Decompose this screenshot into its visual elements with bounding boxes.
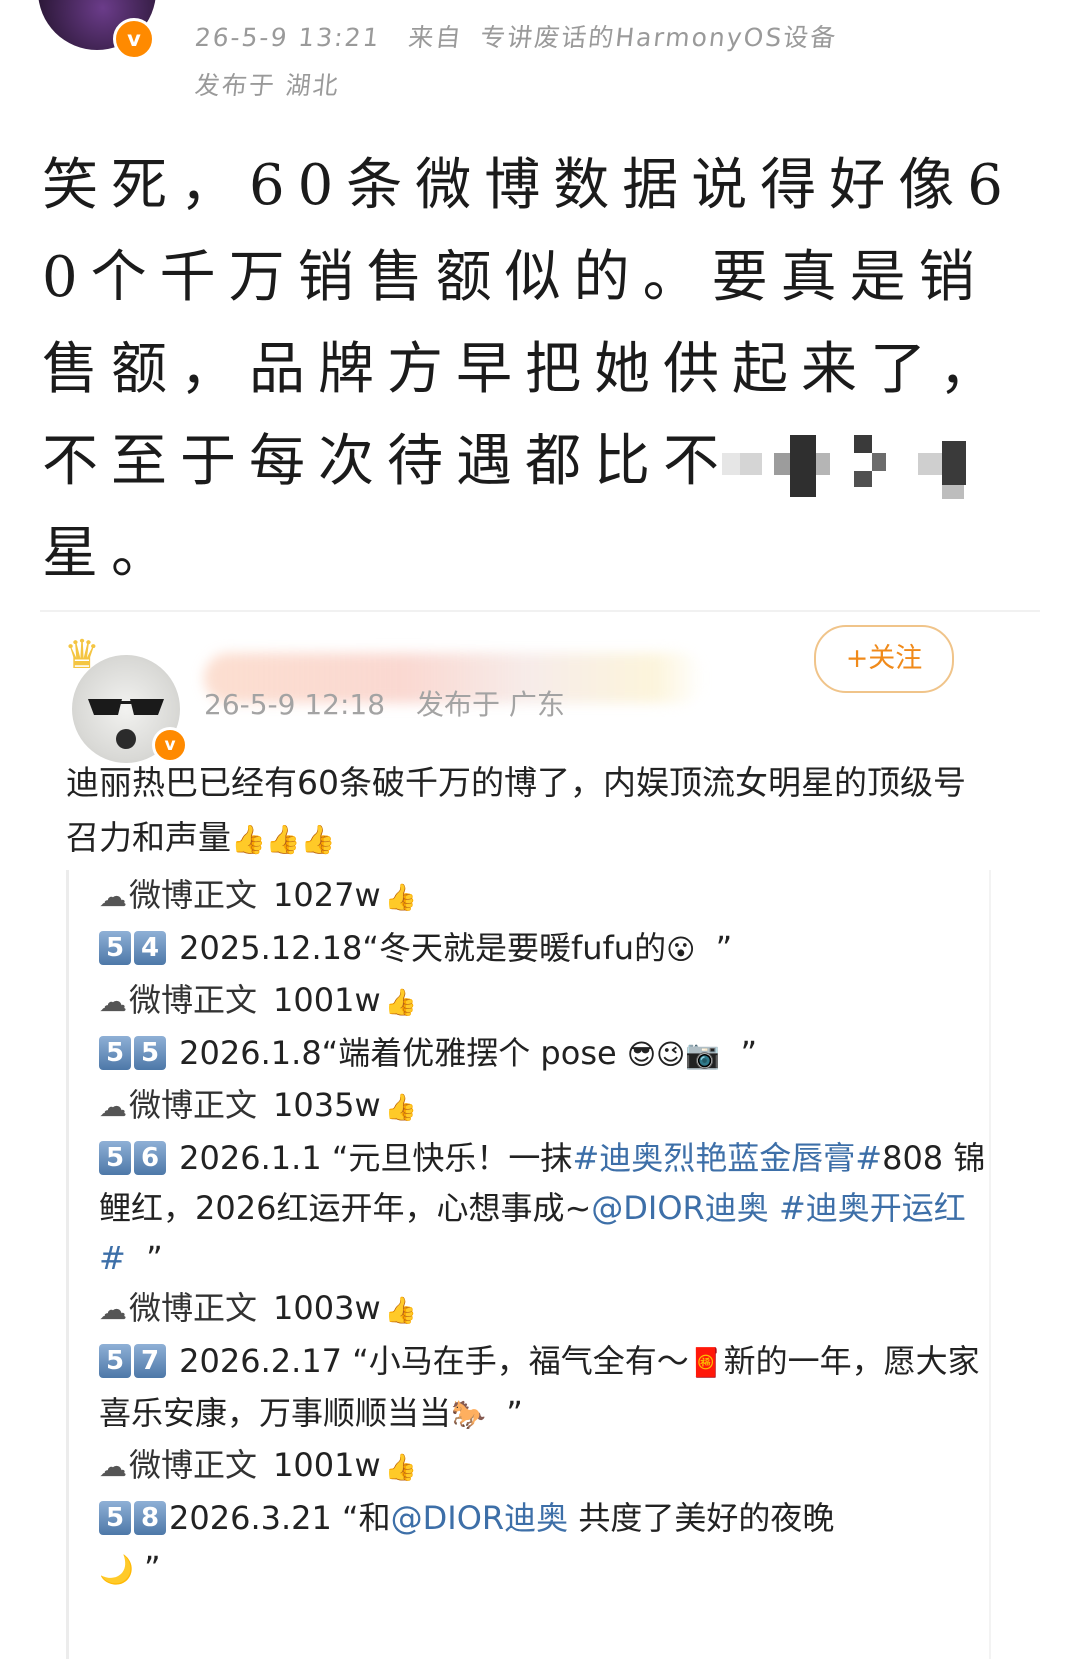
weibo-cloud-icon: ☁ bbox=[99, 880, 127, 913]
divider bbox=[40, 610, 1040, 612]
thumbs-up-icon: 👍👍👍 bbox=[231, 823, 336, 856]
post-location: 发布于 湖北 bbox=[193, 71, 342, 100]
item-label: 微博正文 bbox=[129, 876, 258, 914]
item-date: 2026.3.21 bbox=[169, 1499, 332, 1537]
thumbs-up-icon: 👍 bbox=[384, 1296, 417, 1326]
moon-icon: 🌙 bbox=[99, 1553, 134, 1586]
item-label: 微博正文 bbox=[129, 1289, 258, 1327]
thumbs-up-icon: 👍 bbox=[384, 1093, 417, 1123]
red-envelope-icon: 🧧 bbox=[688, 1346, 724, 1379]
quote-close: ” bbox=[146, 1239, 163, 1277]
quoted-screenshot: ♛ v +关注 26-5-9 12:18 发布于 广东 迪丽热巴已经有60条破千… bbox=[44, 625, 1040, 1659]
list-item: ☁微博正文 1027w 👍 bbox=[99, 870, 989, 923]
keycap-digit: 5 bbox=[99, 1036, 131, 1070]
post-body: 笑死，60条微博数据说得好像60个千万销售额似的。要真是销售额，品牌方早把她供起… bbox=[42, 140, 1042, 600]
emoji-icon: 😮 bbox=[666, 933, 696, 966]
quote-close: ” bbox=[715, 929, 733, 967]
emoji-icon: 😎😉📷 bbox=[626, 1038, 721, 1071]
keycap-digit: 5 bbox=[99, 931, 131, 965]
mention-link[interactable]: @DIOR迪奥 bbox=[591, 1189, 769, 1227]
keycap-digit: 5 bbox=[134, 1036, 166, 1070]
list-item: ☁微博正文 1035w 👍 bbox=[99, 1080, 989, 1133]
item-count: 1001w bbox=[273, 981, 381, 1019]
quoted-list: ☁微博正文 1027w 👍 54 2025.12.18“冬天就是要暖fufu的😮 ”… bbox=[66, 870, 991, 1659]
quoted-body-text: 迪丽热巴已经有60条破千万的博了，内娱顶流女明星的顶级号召力和声量 bbox=[66, 763, 966, 857]
from-label: 来自 bbox=[406, 23, 465, 52]
keycap-digit: 5 bbox=[99, 1344, 131, 1378]
post-device[interactable]: 专讲废话的HarmonyOS设备 bbox=[479, 23, 839, 52]
item-label: 微博正文 bbox=[129, 1446, 258, 1484]
item-count: 1003w bbox=[273, 1289, 381, 1327]
post-timestamp: 26-5-9 13:21 bbox=[193, 23, 383, 52]
follow-button[interactable]: +关注 bbox=[814, 625, 954, 693]
list-item: 55 2026.1.8“端着优雅摆个 pose 😎😉📷 ” bbox=[99, 1028, 989, 1080]
screen: v 26-5-9 13:21 来自 专讲废话的HarmonyOS设备 发布于 湖… bbox=[0, 0, 1080, 1659]
mosaic-censor bbox=[722, 431, 972, 501]
weibo-cloud-icon: ☁ bbox=[99, 1450, 127, 1483]
verified-badge-icon: v bbox=[113, 18, 155, 60]
sunglasses-icon bbox=[88, 699, 164, 715]
weibo-cloud-icon: ☁ bbox=[99, 985, 127, 1018]
quoted-meta: 26-5-9 12:18 发布于 广东 bbox=[204, 683, 565, 723]
weibo-cloud-icon: ☁ bbox=[99, 1090, 127, 1123]
keycap-digit: 5 bbox=[99, 1501, 131, 1535]
thumbs-up-icon: 👍 bbox=[384, 1453, 417, 1483]
item-text: “小马在手，福气全有～ bbox=[352, 1342, 689, 1380]
list-item: ☁微博正文 1001w 👍 bbox=[99, 975, 989, 1028]
item-text-2: 共度了美好的夜晚 bbox=[568, 1499, 835, 1537]
list-item: 5 8 2026.3.21 “和@DIOR迪奥 共度了美好的夜晚 🌙 ” bbox=[99, 1493, 989, 1595]
item-label: 微博正文 bbox=[129, 1086, 258, 1124]
item-date: 2025.12.18 bbox=[179, 929, 363, 967]
item-text: “和 bbox=[342, 1499, 391, 1537]
item-count: 1027w bbox=[273, 876, 381, 914]
crown-icon: ♛ bbox=[64, 632, 100, 678]
list-item: 57 2026.2.17 “小马在手，福气全有～🧧新的一年，愿大家喜乐安康，万事… bbox=[99, 1336, 989, 1440]
keycap-digit: 7 bbox=[134, 1344, 166, 1378]
item-date: 2026.2.17 bbox=[179, 1342, 343, 1380]
quoted-timestamp: 26-5-9 12:18 bbox=[204, 688, 386, 721]
keycap-digit: 5 bbox=[99, 1141, 131, 1175]
weibo-cloud-icon: ☁ bbox=[99, 1293, 127, 1326]
post-body-tail: 星。 bbox=[42, 521, 180, 586]
item-label: 微博正文 bbox=[129, 981, 258, 1019]
item-date: 2026.1.1 bbox=[179, 1139, 322, 1177]
list-item: 56 2026.1.1 “元旦快乐！一抹#迪奥烈艳蓝金唇膏#808 锦鲤红，20… bbox=[99, 1133, 989, 1283]
quote-close: ” bbox=[506, 1394, 523, 1432]
list-item: 54 2025.12.18“冬天就是要暖fufu的😮 ” bbox=[99, 923, 989, 975]
quote-close: ” bbox=[144, 1549, 161, 1587]
quoted-body: 迪丽热巴已经有60条破千万的博了，内娱顶流女明星的顶级号召力和声量👍👍👍 bbox=[66, 755, 986, 867]
hashtag-link[interactable]: #迪奥烈艳蓝金唇膏# bbox=[572, 1139, 882, 1177]
item-count: 1035w bbox=[273, 1086, 381, 1124]
keycap-digit: 6 bbox=[134, 1141, 166, 1175]
thumbs-up-icon: 👍 bbox=[384, 988, 417, 1018]
item-date: 2026.1.8 bbox=[179, 1034, 322, 1072]
keycap-digit: 8 bbox=[134, 1501, 166, 1535]
post-meta: 26-5-9 13:21 来自 专讲废话的HarmonyOS设备 bbox=[193, 18, 839, 54]
avatar-mouth bbox=[116, 729, 136, 749]
list-item: ☁微博正文 1003w 👍 bbox=[99, 1283, 989, 1336]
item-text: “端着优雅摆个 pose bbox=[321, 1034, 617, 1072]
quote-close: ” bbox=[740, 1034, 758, 1072]
keycap-digit: 4 bbox=[134, 931, 166, 965]
item-text: “元旦快乐！一抹 bbox=[331, 1139, 573, 1177]
list-item: ☁微博正文 1001w 👍 bbox=[99, 1440, 989, 1493]
item-count: 1001w bbox=[273, 1446, 381, 1484]
mention-link[interactable]: @DIOR迪奥 bbox=[391, 1499, 569, 1537]
item-text: “冬天就是要暖fufu的 bbox=[362, 929, 667, 967]
thumbs-up-icon: 👍 bbox=[384, 883, 417, 913]
quoted-location: 发布于 广东 bbox=[415, 688, 565, 721]
horse-icon: 🐎 bbox=[451, 1398, 486, 1431]
